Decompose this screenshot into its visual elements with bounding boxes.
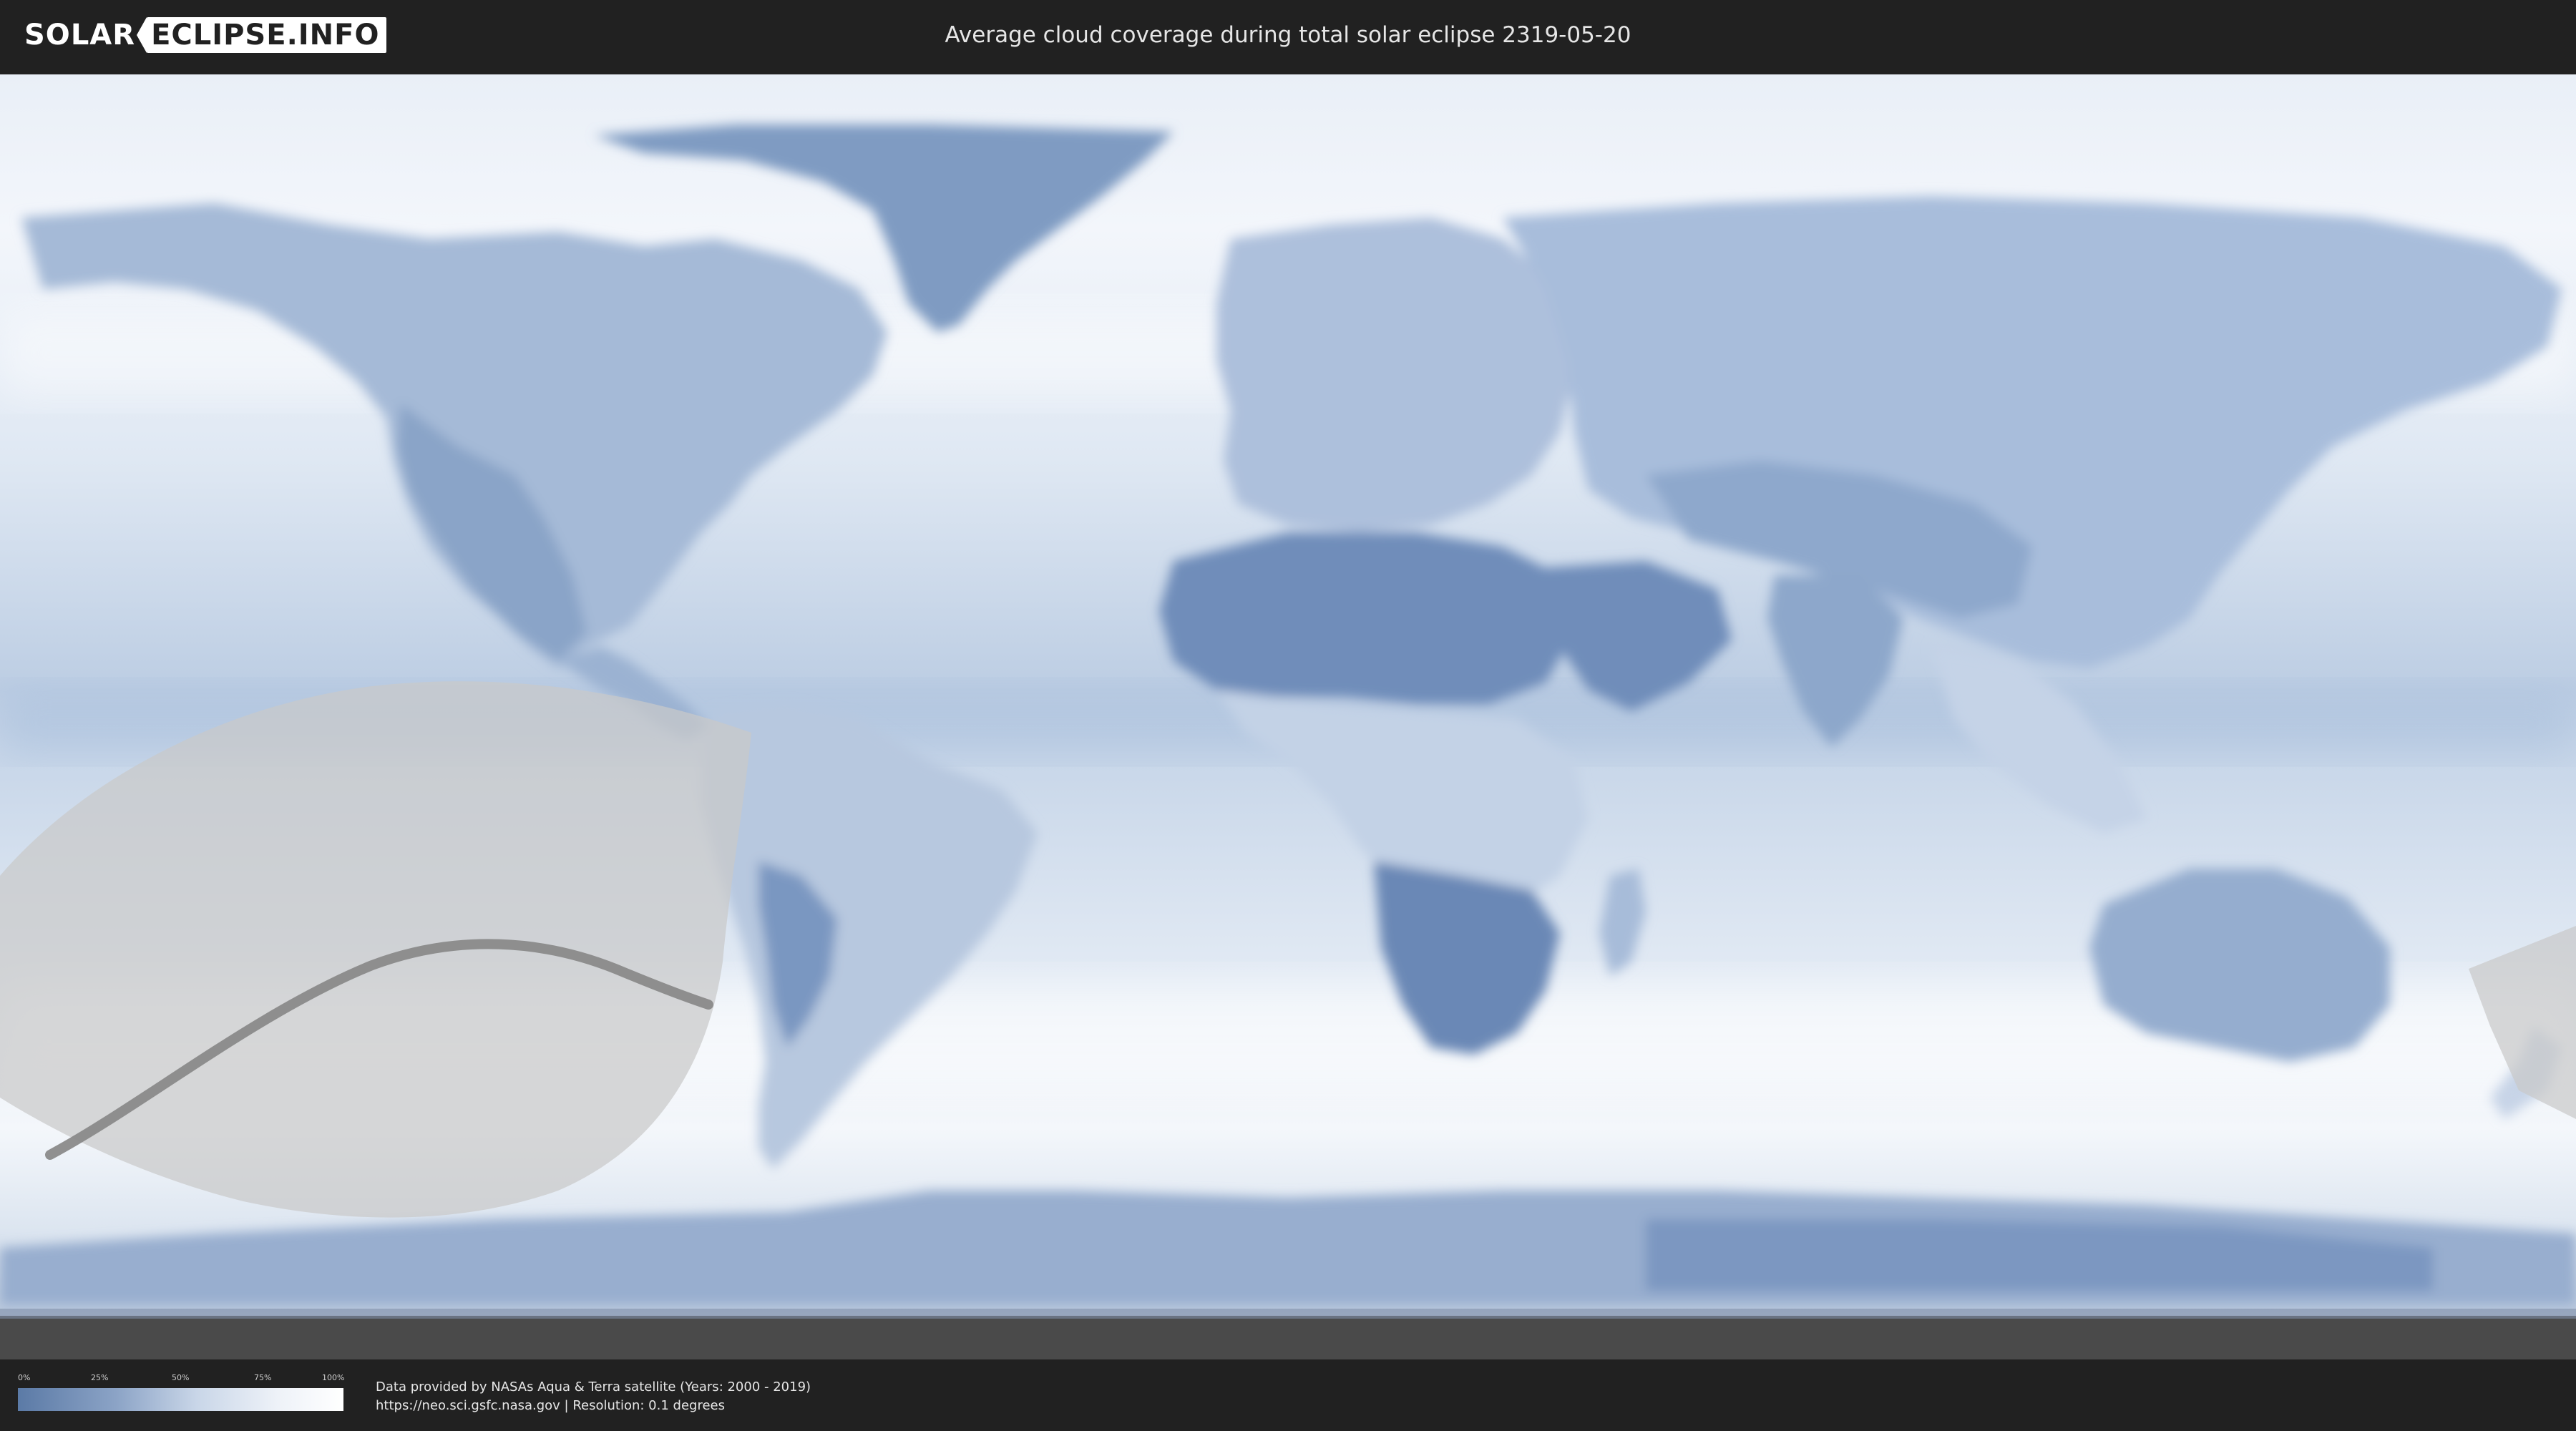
legend-tick-25: 25% (91, 1373, 109, 1382)
cloud-coverage-map (0, 74, 2576, 1359)
data-credit: Data provided by NASAs Aqua & Terra sate… (376, 1378, 811, 1415)
credit-line-url: https://neo.sci.gsfc.nasa.gov | Resoluti… (376, 1398, 725, 1413)
legend-tick-0: 0% (18, 1373, 31, 1382)
credit-line-source: Data provided by NASAs Aqua & Terra sate… (376, 1379, 811, 1395)
legend-ticks: 0% 25% 50% 75% 100% (18, 1372, 345, 1387)
legend-tick-50: 50% (172, 1373, 190, 1382)
legend-tick-75: 75% (254, 1373, 272, 1382)
map-bottom-fringe (0, 1309, 2576, 1319)
page-title: Average cloud coverage during total sola… (945, 22, 1631, 48)
cloud-coverage-legend: 0% 25% 50% 75% 100% (18, 1372, 345, 1412)
footer-bar: 0% 25% 50% 75% 100% Data provided by NAS… (0, 1359, 2576, 1431)
legend-color-bar (18, 1388, 343, 1411)
header-bar: SOLAR ECLIPSE.INFO Average cloud coverag… (0, 0, 2576, 70)
landmass-africa-north (1159, 532, 1574, 704)
legend-tick-100: 100% (322, 1373, 345, 1382)
map-bottom-edge (0, 1316, 2576, 1359)
world-map-svg (0, 74, 2576, 1359)
